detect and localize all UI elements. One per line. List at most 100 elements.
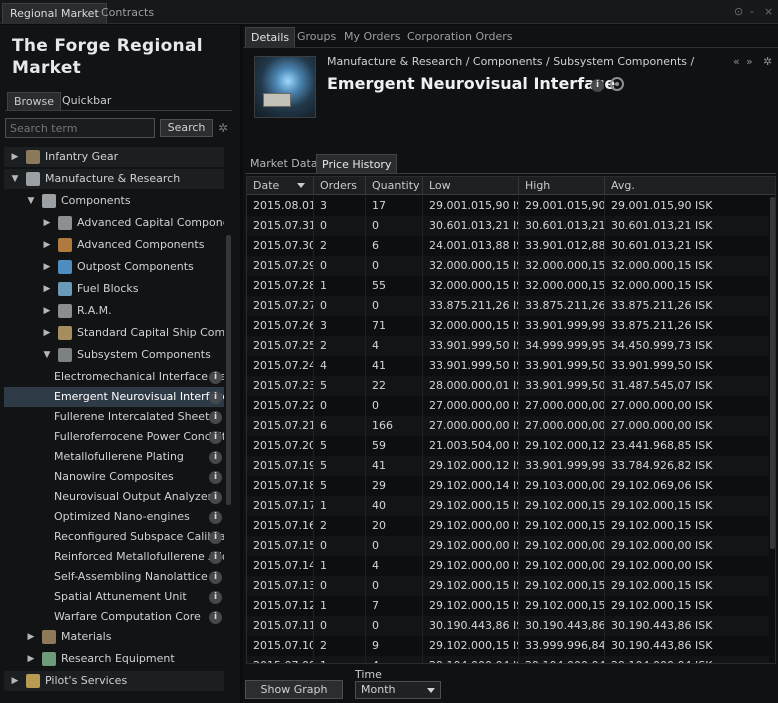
table-row[interactable]: 2015.07.24 4 41 33.901.999,50 IS 33.901.999,… xyxy=(247,356,769,376)
table-scrollbar[interactable] xyxy=(770,197,775,549)
tab-market-data[interactable]: Market Data xyxy=(245,154,323,173)
info-icon[interactable]: i xyxy=(591,79,604,92)
column-avg[interactable]: Avg. xyxy=(604,177,775,195)
table-row[interactable]: 2015.07.20 5 59 21.003.504,00 IS 29.102.000,… xyxy=(247,436,769,456)
table-row[interactable]: 2015.07.10 2 9 29.102.000,15 IS 33.999.996,8… xyxy=(247,636,769,656)
collapsed-arrow-icon[interactable]: ▶ xyxy=(26,649,36,669)
market-item[interactable]: Emergent Neurovisual Interface i xyxy=(4,387,224,407)
table-row[interactable]: 2015.07.11 0 0 30.190.443,86 IS 30.190.443,8… xyxy=(247,616,769,636)
collapsed-arrow-icon[interactable]: ▶ xyxy=(42,235,52,255)
column-orders[interactable]: Orders xyxy=(313,177,365,195)
market-group[interactable]: ▼ Manufacture & Research xyxy=(4,169,224,189)
table-row[interactable]: 2015.07.23 5 22 28.000.000,01 IS 33.901.999,… xyxy=(247,376,769,396)
table-row[interactable]: 2015.07.22 0 0 27.000.000,00 IS 27.000.000,0… xyxy=(247,396,769,416)
tab-browse[interactable]: Browse xyxy=(7,92,62,110)
collapsed-arrow-icon[interactable]: ▶ xyxy=(42,257,52,277)
table-row[interactable]: 2015.07.25 2 4 33.901.999,50 IS 34.999.999,9… xyxy=(247,336,769,356)
table-row[interactable]: 2015.07.21 6 166 27.000.000,00 IS 27.000.000… xyxy=(247,416,769,436)
market-item[interactable]: Self-Assembling Nanolattice i xyxy=(4,567,224,587)
collapsed-arrow-icon[interactable]: ▶ xyxy=(42,213,52,233)
info-icon[interactable]: i xyxy=(209,611,222,624)
table-row[interactable]: 2015.07.27 0 0 33.875.211,26 IS 33.875.211,2… xyxy=(247,296,769,316)
expanded-arrow-icon[interactable]: ▼ xyxy=(26,191,36,211)
collapsed-arrow-icon[interactable]: ▶ xyxy=(42,279,52,299)
table-row[interactable]: 2015.07.30 2 6 24.001.013,88 IS 33.901.012,8… xyxy=(247,236,769,256)
expanded-arrow-icon[interactable]: ▼ xyxy=(42,345,52,365)
market-item[interactable]: Optimized Nano-engines i xyxy=(4,507,224,527)
column-low[interactable]: Low xyxy=(422,177,518,195)
info-icon[interactable]: i xyxy=(209,491,222,504)
column-high[interactable]: High xyxy=(518,177,604,195)
market-item[interactable]: Spatial Attunement Unit i xyxy=(4,587,224,607)
expanded-arrow-icon[interactable]: ▼ xyxy=(10,169,20,189)
table-row[interactable]: 2015.07.31 0 0 30.601.013,21 IS 30.601.013,2… xyxy=(247,216,769,236)
tab-details[interactable]: Details xyxy=(245,27,296,47)
table-row[interactable]: 2015.07.12 1 7 29.102.000,15 IS 29.102.000,1… xyxy=(247,596,769,616)
market-group[interactable]: ▶ Advanced Capital Components xyxy=(4,213,224,233)
market-group[interactable]: ▶ Research Equipment xyxy=(4,649,224,669)
minimize-icon[interactable]: - xyxy=(750,5,754,18)
tree-scrollbar[interactable] xyxy=(226,235,231,505)
table-row[interactable]: 2015.07.16 2 20 29.102.000,00 IS 29.102.000,… xyxy=(247,516,769,536)
market-item[interactable]: Metallofullerene Plating i xyxy=(4,447,224,467)
pin-icon[interactable]: ⊙ xyxy=(734,5,743,18)
table-row[interactable]: 2015.07.19 5 41 29.102.000,12 IS 33.901.999,… xyxy=(247,456,769,476)
info-icon[interactable]: i xyxy=(209,471,222,484)
tab-my-orders[interactable]: My Orders xyxy=(339,27,406,47)
market-group[interactable]: ▼ Components xyxy=(4,191,224,211)
forward-icon[interactable]: » xyxy=(746,55,753,68)
market-group[interactable]: ▶ Advanced Components xyxy=(4,235,224,255)
market-item[interactable]: Reconfigured Subspace Calibrator i xyxy=(4,527,224,547)
market-item[interactable]: Fullerene Intercalated Sheets i xyxy=(4,407,224,427)
market-item[interactable]: Fulleroferrocene Power Conduits i xyxy=(4,427,224,447)
tab-quickbar[interactable]: Quickbar xyxy=(56,92,117,110)
market-group[interactable]: ▶ Fuel Blocks xyxy=(4,279,224,299)
collapsed-arrow-icon[interactable]: ▶ xyxy=(42,301,52,321)
table-row[interactable]: 2015.07.14 1 4 29.102.000,00 IS 29.102.000,0… xyxy=(247,556,769,576)
table-row[interactable]: 2015.07.29 0 0 32.000.000,15 IS 32.000.000,1… xyxy=(247,256,769,276)
close-icon[interactable]: × xyxy=(764,5,773,18)
market-group[interactable]: ▶ Pilot's Services xyxy=(4,671,224,691)
market-group[interactable]: ▶ Outpost Components xyxy=(4,257,224,277)
info-icon[interactable]: i xyxy=(209,371,222,384)
market-group[interactable]: ▼ Subsystem Components xyxy=(4,345,224,365)
collapsed-arrow-icon[interactable]: ▶ xyxy=(42,323,52,343)
collapsed-arrow-icon[interactable]: ▶ xyxy=(10,671,20,691)
collapsed-arrow-icon[interactable]: ▶ xyxy=(10,147,20,167)
table-row[interactable]: 2015.07.13 0 0 29.102.000,15 IS 29.102.000,1… xyxy=(247,576,769,596)
search-input[interactable] xyxy=(5,118,155,138)
search-button[interactable]: Search xyxy=(160,119,213,137)
info-icon[interactable]: i xyxy=(209,431,222,444)
market-item[interactable]: Nanowire Composites i xyxy=(4,467,224,487)
market-item[interactable]: Warfare Computation Core i xyxy=(4,607,224,627)
info-icon[interactable]: i xyxy=(209,571,222,584)
table-row[interactable]: 2015.07.18 5 29 29.102.000,14 IS 29.103.000,… xyxy=(247,476,769,496)
table-row[interactable]: 2015.07.26 3 71 32.000.000,15 IS 33.901.999,… xyxy=(247,316,769,336)
show-graph-button[interactable]: Show Graph xyxy=(245,680,343,699)
gear-icon[interactable]: ✲ xyxy=(763,55,772,68)
table-row[interactable]: 2015.07.17 1 40 29.102.000,15 IS 29.102.000,… xyxy=(247,496,769,516)
tab-contracts[interactable]: Contracts xyxy=(94,3,161,23)
table-row[interactable]: 2015.07.091429.104.000,04 IS29.104.000,0… xyxy=(247,656,769,663)
tab-corporation-orders[interactable]: Corporation Orders xyxy=(402,27,517,47)
back-icon[interactable]: « xyxy=(733,55,740,68)
table-row[interactable]: 2015.08.01 3 17 29.001.015,90 IS 29.001.015,… xyxy=(247,196,769,216)
table-row[interactable]: 2015.07.28 1 55 32.000.000,15 IS 32.000.000,… xyxy=(247,276,769,296)
tab-regional-market[interactable]: Regional Market xyxy=(2,3,107,23)
market-group[interactable]: ▶ Infantry Gear xyxy=(4,147,224,167)
item-thumbnail-icon[interactable] xyxy=(254,56,316,118)
market-item[interactable]: Electromechanical Interface Nexusi xyxy=(4,367,224,387)
market-item[interactable]: Neurovisual Output Analyzer i xyxy=(4,487,224,507)
column-date[interactable]: Date xyxy=(247,177,313,195)
time-select[interactable]: Month xyxy=(355,681,441,699)
info-icon[interactable]: i xyxy=(209,451,222,464)
settings-gear-icon[interactable]: ✲ xyxy=(218,121,228,135)
table-row[interactable]: 2015.07.15 0 0 29.102.000,00 IS 29.102.000,0… xyxy=(247,536,769,556)
tab-price-history[interactable]: Price History xyxy=(316,154,398,173)
market-item[interactable]: Reinforced Metallofullerene Alloys i xyxy=(4,547,224,567)
info-icon[interactable]: i xyxy=(209,411,222,424)
info-icon[interactable]: i xyxy=(209,591,222,604)
market-group[interactable]: ▶ R.A.M. xyxy=(4,301,224,321)
target-icon[interactable] xyxy=(610,77,624,91)
column-quantity[interactable]: Quantity xyxy=(365,177,422,195)
